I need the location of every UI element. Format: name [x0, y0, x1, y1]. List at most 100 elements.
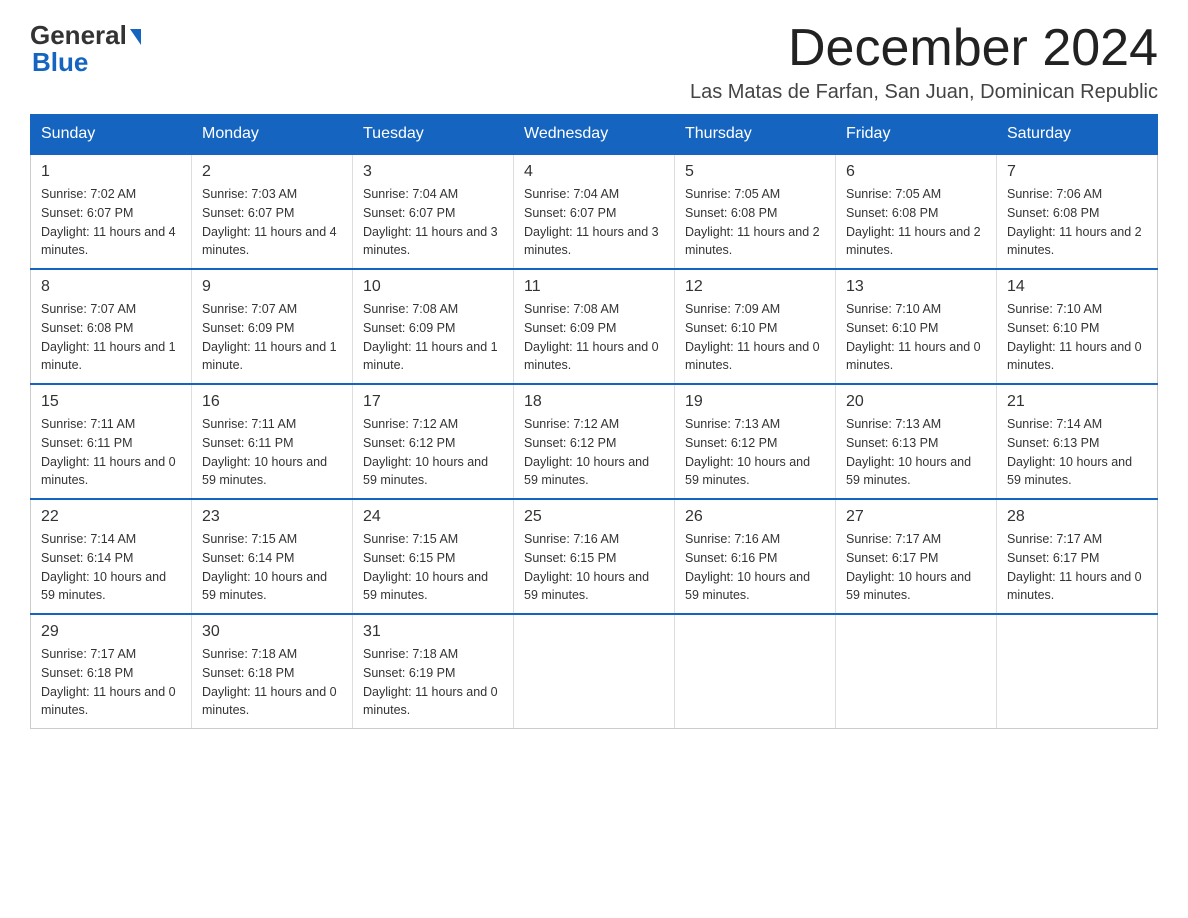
day-info: Sunrise: 7:05 AMSunset: 6:08 PMDaylight:…: [846, 185, 986, 260]
day-number: 25: [524, 508, 664, 526]
calendar-day-cell: 18 Sunrise: 7:12 AMSunset: 6:12 PMDaylig…: [514, 384, 675, 499]
calendar-day-cell: 1 Sunrise: 7:02 AMSunset: 6:07 PMDayligh…: [31, 154, 192, 269]
day-number: 11: [524, 278, 664, 296]
column-header-friday: Friday: [836, 115, 997, 155]
day-info: Sunrise: 7:09 AMSunset: 6:10 PMDaylight:…: [685, 300, 825, 375]
day-info: Sunrise: 7:13 AMSunset: 6:12 PMDaylight:…: [685, 415, 825, 490]
calendar-day-cell: 26 Sunrise: 7:16 AMSunset: 6:16 PMDaylig…: [675, 499, 836, 614]
day-info: Sunrise: 7:14 AMSunset: 6:14 PMDaylight:…: [41, 530, 181, 605]
calendar-day-cell: [997, 614, 1158, 729]
day-number: 7: [1007, 163, 1147, 181]
header: General Blue December 2024 Las Matas de …: [30, 20, 1158, 104]
title-area: December 2024 Las Matas de Farfan, San J…: [690, 20, 1158, 104]
calendar-header-row: SundayMondayTuesdayWednesdayThursdayFrid…: [31, 115, 1158, 155]
calendar-day-cell: 20 Sunrise: 7:13 AMSunset: 6:13 PMDaylig…: [836, 384, 997, 499]
calendar-day-cell: 19 Sunrise: 7:13 AMSunset: 6:12 PMDaylig…: [675, 384, 836, 499]
day-info: Sunrise: 7:08 AMSunset: 6:09 PMDaylight:…: [524, 300, 664, 375]
day-number: 26: [685, 508, 825, 526]
day-number: 8: [41, 278, 181, 296]
calendar-week-row: 8 Sunrise: 7:07 AMSunset: 6:08 PMDayligh…: [31, 269, 1158, 384]
calendar-day-cell: 21 Sunrise: 7:14 AMSunset: 6:13 PMDaylig…: [997, 384, 1158, 499]
column-header-sunday: Sunday: [31, 115, 192, 155]
day-info: Sunrise: 7:07 AMSunset: 6:08 PMDaylight:…: [41, 300, 181, 375]
calendar-day-cell: 10 Sunrise: 7:08 AMSunset: 6:09 PMDaylig…: [353, 269, 514, 384]
day-info: Sunrise: 7:12 AMSunset: 6:12 PMDaylight:…: [524, 415, 664, 490]
day-info: Sunrise: 7:15 AMSunset: 6:14 PMDaylight:…: [202, 530, 342, 605]
day-info: Sunrise: 7:10 AMSunset: 6:10 PMDaylight:…: [1007, 300, 1147, 375]
day-info: Sunrise: 7:14 AMSunset: 6:13 PMDaylight:…: [1007, 415, 1147, 490]
day-number: 18: [524, 393, 664, 411]
calendar-week-row: 22 Sunrise: 7:14 AMSunset: 6:14 PMDaylig…: [31, 499, 1158, 614]
day-info: Sunrise: 7:07 AMSunset: 6:09 PMDaylight:…: [202, 300, 342, 375]
calendar-day-cell: 4 Sunrise: 7:04 AMSunset: 6:07 PMDayligh…: [514, 154, 675, 269]
calendar-week-row: 15 Sunrise: 7:11 AMSunset: 6:11 PMDaylig…: [31, 384, 1158, 499]
calendar-day-cell: [675, 614, 836, 729]
day-number: 10: [363, 278, 503, 296]
day-number: 17: [363, 393, 503, 411]
day-number: 9: [202, 278, 342, 296]
calendar-day-cell: 2 Sunrise: 7:03 AMSunset: 6:07 PMDayligh…: [192, 154, 353, 269]
calendar-day-cell: 13 Sunrise: 7:10 AMSunset: 6:10 PMDaylig…: [836, 269, 997, 384]
calendar-day-cell: [836, 614, 997, 729]
day-info: Sunrise: 7:06 AMSunset: 6:08 PMDaylight:…: [1007, 185, 1147, 260]
column-header-saturday: Saturday: [997, 115, 1158, 155]
day-number: 6: [846, 163, 986, 181]
day-number: 20: [846, 393, 986, 411]
day-info: Sunrise: 7:17 AMSunset: 6:17 PMDaylight:…: [846, 530, 986, 605]
day-info: Sunrise: 7:15 AMSunset: 6:15 PMDaylight:…: [363, 530, 503, 605]
calendar-day-cell: 22 Sunrise: 7:14 AMSunset: 6:14 PMDaylig…: [31, 499, 192, 614]
day-number: 22: [41, 508, 181, 526]
day-info: Sunrise: 7:04 AMSunset: 6:07 PMDaylight:…: [363, 185, 503, 260]
calendar-day-cell: 30 Sunrise: 7:18 AMSunset: 6:18 PMDaylig…: [192, 614, 353, 729]
day-number: 24: [363, 508, 503, 526]
calendar-day-cell: 24 Sunrise: 7:15 AMSunset: 6:15 PMDaylig…: [353, 499, 514, 614]
day-number: 16: [202, 393, 342, 411]
calendar-day-cell: 14 Sunrise: 7:10 AMSunset: 6:10 PMDaylig…: [997, 269, 1158, 384]
calendar-day-cell: 16 Sunrise: 7:11 AMSunset: 6:11 PMDaylig…: [192, 384, 353, 499]
day-number: 30: [202, 623, 342, 641]
day-info: Sunrise: 7:03 AMSunset: 6:07 PMDaylight:…: [202, 185, 342, 260]
day-info: Sunrise: 7:16 AMSunset: 6:15 PMDaylight:…: [524, 530, 664, 605]
column-header-wednesday: Wednesday: [514, 115, 675, 155]
calendar-day-cell: 28 Sunrise: 7:17 AMSunset: 6:17 PMDaylig…: [997, 499, 1158, 614]
day-number: 27: [846, 508, 986, 526]
column-header-monday: Monday: [192, 115, 353, 155]
logo: General Blue: [30, 20, 141, 78]
calendar-day-cell: 6 Sunrise: 7:05 AMSunset: 6:08 PMDayligh…: [836, 154, 997, 269]
day-number: 29: [41, 623, 181, 641]
day-number: 19: [685, 393, 825, 411]
day-number: 28: [1007, 508, 1147, 526]
day-info: Sunrise: 7:02 AMSunset: 6:07 PMDaylight:…: [41, 185, 181, 260]
day-number: 3: [363, 163, 503, 181]
calendar-day-cell: 3 Sunrise: 7:04 AMSunset: 6:07 PMDayligh…: [353, 154, 514, 269]
day-number: 5: [685, 163, 825, 181]
day-info: Sunrise: 7:18 AMSunset: 6:18 PMDaylight:…: [202, 645, 342, 720]
calendar-day-cell: 15 Sunrise: 7:11 AMSunset: 6:11 PMDaylig…: [31, 384, 192, 499]
day-number: 4: [524, 163, 664, 181]
day-number: 13: [846, 278, 986, 296]
calendar-week-row: 29 Sunrise: 7:17 AMSunset: 6:18 PMDaylig…: [31, 614, 1158, 729]
logo-blue-text: Blue: [32, 47, 88, 78]
day-number: 31: [363, 623, 503, 641]
calendar-day-cell: 9 Sunrise: 7:07 AMSunset: 6:09 PMDayligh…: [192, 269, 353, 384]
day-number: 23: [202, 508, 342, 526]
calendar-day-cell: 31 Sunrise: 7:18 AMSunset: 6:19 PMDaylig…: [353, 614, 514, 729]
calendar-day-cell: 12 Sunrise: 7:09 AMSunset: 6:10 PMDaylig…: [675, 269, 836, 384]
calendar-day-cell: 29 Sunrise: 7:17 AMSunset: 6:18 PMDaylig…: [31, 614, 192, 729]
calendar-day-cell: 23 Sunrise: 7:15 AMSunset: 6:14 PMDaylig…: [192, 499, 353, 614]
calendar-day-cell: 8 Sunrise: 7:07 AMSunset: 6:08 PMDayligh…: [31, 269, 192, 384]
day-number: 12: [685, 278, 825, 296]
calendar-day-cell: 27 Sunrise: 7:17 AMSunset: 6:17 PMDaylig…: [836, 499, 997, 614]
calendar-table: SundayMondayTuesdayWednesdayThursdayFrid…: [30, 114, 1158, 729]
day-info: Sunrise: 7:17 AMSunset: 6:18 PMDaylight:…: [41, 645, 181, 720]
day-info: Sunrise: 7:18 AMSunset: 6:19 PMDaylight:…: [363, 645, 503, 720]
page-title: December 2024: [690, 20, 1158, 77]
calendar-day-cell: 11 Sunrise: 7:08 AMSunset: 6:09 PMDaylig…: [514, 269, 675, 384]
calendar-day-cell: 7 Sunrise: 7:06 AMSunset: 6:08 PMDayligh…: [997, 154, 1158, 269]
calendar-day-cell: 5 Sunrise: 7:05 AMSunset: 6:08 PMDayligh…: [675, 154, 836, 269]
day-info: Sunrise: 7:11 AMSunset: 6:11 PMDaylight:…: [41, 415, 181, 490]
day-info: Sunrise: 7:05 AMSunset: 6:08 PMDaylight:…: [685, 185, 825, 260]
day-info: Sunrise: 7:16 AMSunset: 6:16 PMDaylight:…: [685, 530, 825, 605]
day-number: 1: [41, 163, 181, 181]
day-number: 14: [1007, 278, 1147, 296]
